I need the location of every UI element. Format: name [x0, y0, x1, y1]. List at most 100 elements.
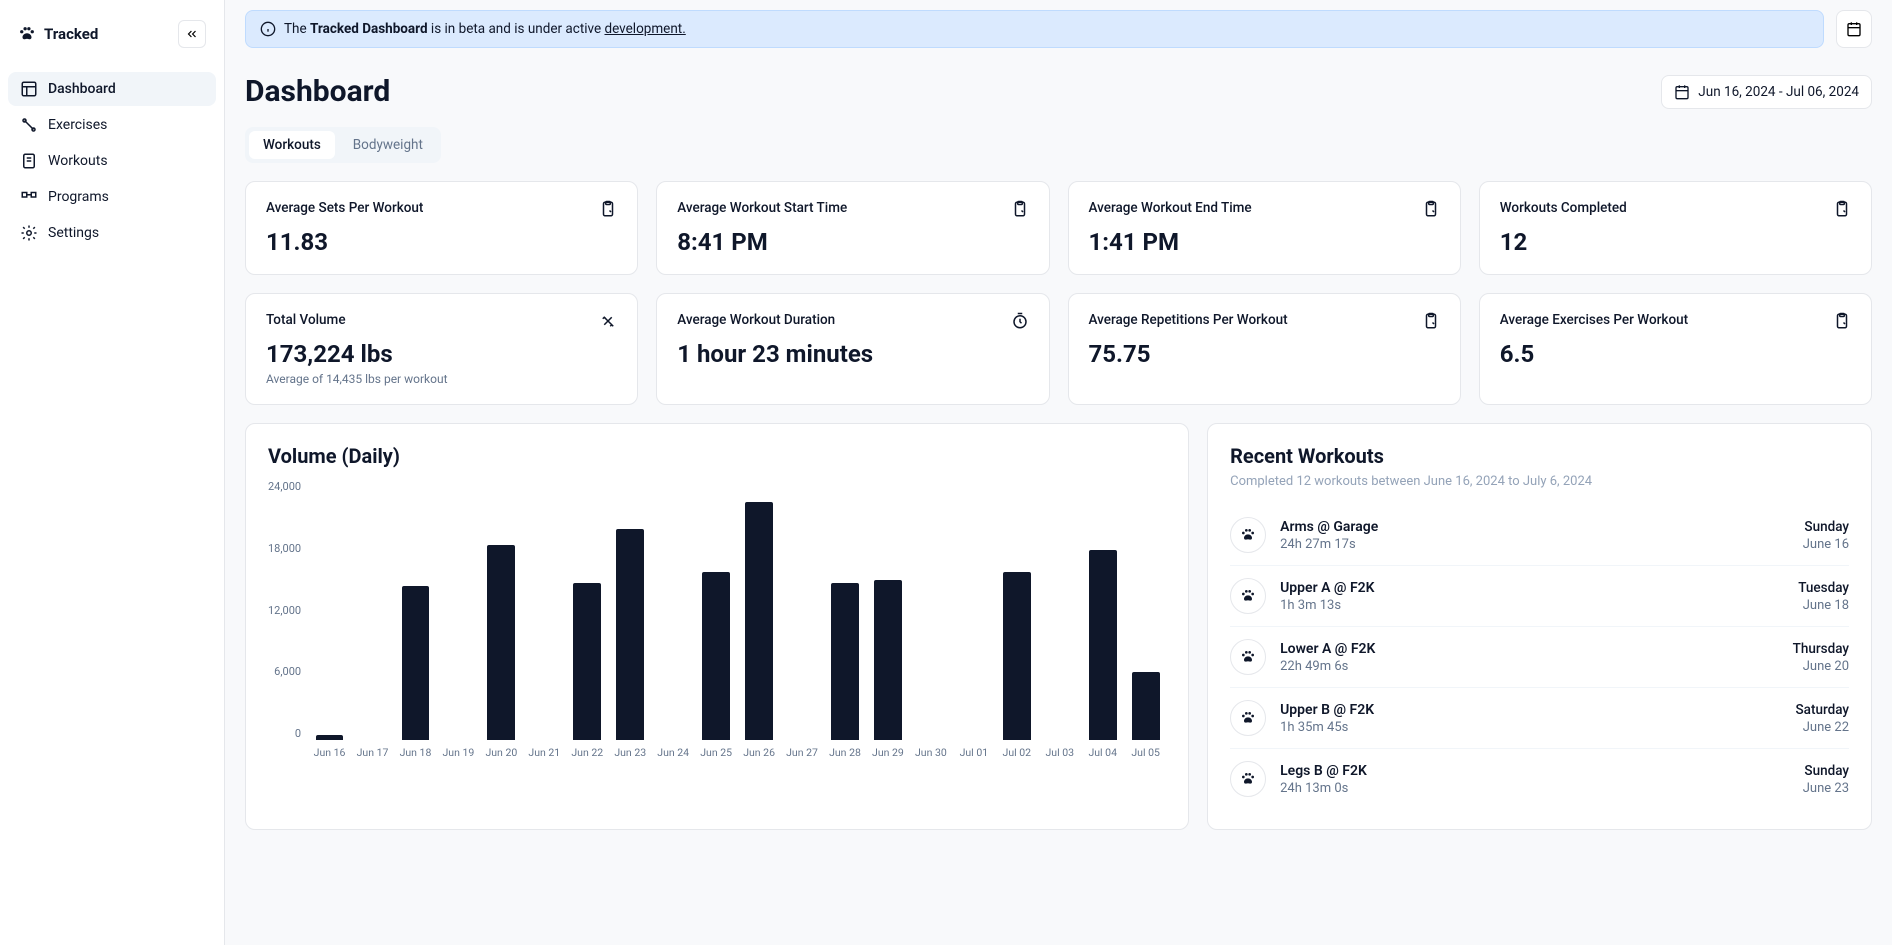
sidebar-item-programs[interactable]: Programs [8, 180, 216, 214]
clipboard-icon [599, 200, 617, 218]
volume-chart: 24,00018,00012,0006,0000 Jun 16Jun 17Jun… [268, 480, 1166, 759]
bar[interactable] [874, 580, 902, 740]
chart-title: Volume (Daily) [268, 444, 1166, 468]
stopwatch-icon [1011, 312, 1029, 330]
stat-cards: Average Sets Per Workout11.83Average Wor… [245, 181, 1872, 405]
x-tick: Jun 19 [438, 746, 479, 759]
workout-name: Lower A @ F2K [1280, 641, 1779, 657]
app-name: Tracked [44, 25, 98, 43]
calendar-icon [1674, 84, 1690, 100]
bar-col [996, 480, 1037, 740]
bar-col [782, 480, 823, 740]
workout-avatar [1230, 578, 1266, 614]
workout-day: Sunday [1803, 763, 1849, 779]
banner-link[interactable]: development. [604, 21, 685, 37]
bar-col [1125, 480, 1166, 740]
bar-col [395, 480, 436, 740]
x-tick: Jun 18 [395, 746, 436, 759]
card-value: 1 hour 23 minutes [677, 340, 1028, 368]
info-icon [260, 21, 276, 37]
y-tick: 12,000 [268, 604, 301, 617]
x-tick: Jul 05 [1125, 746, 1166, 759]
bar-col [696, 480, 737, 740]
workout-row[interactable]: Upper B @ F2K1h 35m 45sSaturdayJune 22 [1230, 687, 1849, 748]
card-label: Workouts Completed [1500, 200, 1627, 216]
volume-chart-panel: Volume (Daily) 24,00018,00012,0006,0000 … [245, 423, 1189, 830]
sidebar-item-workouts[interactable]: Workouts [8, 144, 216, 178]
nav-label: Workouts [48, 153, 108, 169]
settings-icon [20, 224, 38, 242]
stat-card: Average Workout Start Time8:41 PM [656, 181, 1049, 275]
nav-label: Dashboard [48, 81, 116, 97]
card-label: Average Sets Per Workout [266, 200, 423, 216]
card-value: 8:41 PM [677, 228, 1028, 256]
stat-card: Average Workout End Time1:41 PM [1068, 181, 1461, 275]
bar[interactable] [616, 529, 644, 740]
chevrons-left-icon [185, 27, 199, 41]
sidebar: Tracked Dashboard Exercises Workouts Progra… [0, 0, 225, 945]
card-label: Average Repetitions Per Workout [1089, 312, 1288, 328]
x-tick: Jul 04 [1082, 746, 1123, 759]
bar-col [953, 480, 994, 740]
bar[interactable] [402, 586, 430, 740]
bar-col [352, 480, 393, 740]
bar[interactable] [1089, 550, 1117, 740]
workout-row[interactable]: Upper A @ F2K1h 3m 13sTuesdayJune 18 [1230, 565, 1849, 626]
workout-date: June 18 [1798, 598, 1849, 613]
recent-subtitle: Completed 12 workouts between June 16, 2… [1230, 474, 1849, 489]
workout-row[interactable]: Lower A @ F2K22h 49m 6sThursdayJune 20 [1230, 626, 1849, 687]
chart-x-axis: Jun 16Jun 17Jun 18Jun 19Jun 20Jun 21Jun … [309, 746, 1166, 759]
stat-card: Average Workout Duration1 hour 23 minute… [656, 293, 1049, 405]
calendar-icon [1846, 21, 1862, 37]
main-content: The Tracked Dashboard is in beta and is … [225, 0, 1892, 945]
workout-avatar [1230, 700, 1266, 736]
bar[interactable] [316, 735, 344, 740]
bar-col [867, 480, 908, 740]
workout-duration: 1h 3m 13s [1280, 598, 1784, 613]
bar-col [567, 480, 608, 740]
card-subtext: Average of 14,435 lbs per workout [266, 372, 617, 386]
clipboard-icon [1422, 200, 1440, 218]
bar-col [309, 480, 350, 740]
bar[interactable] [1003, 572, 1031, 740]
bar[interactable] [1132, 672, 1160, 740]
bar[interactable] [831, 583, 859, 740]
x-tick: Jul 02 [996, 746, 1037, 759]
x-tick: Jun 30 [910, 746, 951, 759]
arrows-icon [599, 312, 617, 330]
date-range-picker[interactable]: Jun 16, 2024 - Jul 06, 2024 [1661, 75, 1872, 109]
tab-bodyweight[interactable]: Bodyweight [339, 131, 437, 159]
page-title: Dashboard [245, 74, 390, 109]
sidebar-item-exercises[interactable]: Exercises [8, 108, 216, 142]
card-value: 6.5 [1500, 340, 1851, 368]
workout-name: Arms @ Garage [1280, 519, 1789, 535]
collapse-sidebar-button[interactable] [178, 20, 206, 48]
bar[interactable] [745, 502, 773, 740]
sidebar-item-dashboard[interactable]: Dashboard [8, 72, 216, 106]
card-label: Average Workout End Time [1089, 200, 1252, 216]
chart-y-axis: 24,00018,00012,0006,0000 [268, 480, 309, 740]
bar-col [610, 480, 651, 740]
x-tick: Jun 29 [867, 746, 908, 759]
workout-date: June 22 [1796, 720, 1850, 735]
paw-icon [1240, 771, 1256, 787]
y-tick: 24,000 [268, 480, 301, 493]
tab-workouts[interactable]: Workouts [249, 131, 335, 159]
sidebar-item-settings[interactable]: Settings [8, 216, 216, 250]
bar[interactable] [573, 583, 601, 740]
x-tick: Jul 01 [953, 746, 994, 759]
card-value: 173,224 lbs [266, 340, 617, 368]
workout-row[interactable]: Arms @ Garage24h 27m 17sSundayJune 16 [1230, 505, 1849, 565]
paw-icon [18, 25, 36, 43]
stat-card: Average Sets Per Workout11.83 [245, 181, 638, 275]
card-value: 12 [1500, 228, 1851, 256]
workout-row[interactable]: Legs B @ F2K24h 13m 0sSundayJune 23 [1230, 748, 1849, 809]
x-tick: Jun 20 [481, 746, 522, 759]
bar-col [1082, 480, 1123, 740]
dashboard-icon [20, 80, 38, 98]
calendar-button[interactable] [1836, 10, 1872, 48]
bar[interactable] [487, 545, 515, 740]
workout-date: June 20 [1793, 659, 1849, 674]
bar[interactable] [702, 572, 730, 740]
bar-col [438, 480, 479, 740]
